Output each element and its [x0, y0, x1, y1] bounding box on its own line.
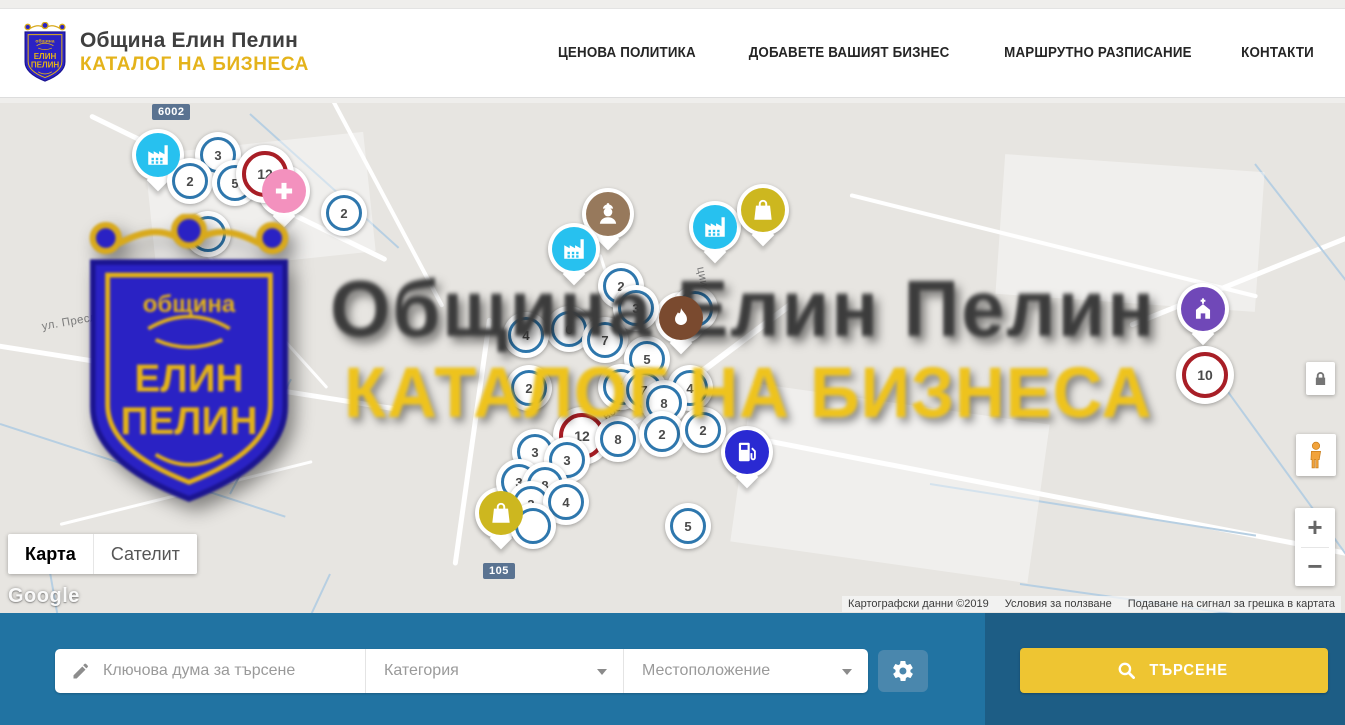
keyword-search-input[interactable] [103, 662, 351, 680]
cluster-count: 4 [508, 317, 544, 353]
nav-item-add-business[interactable]: ДОБАВЕТЕ ВАШИЯТ БИЗНЕС [749, 45, 950, 61]
map-area-patch [730, 383, 1049, 583]
cluster-marker[interactable]: 2 [680, 407, 726, 453]
category-pin-factory[interactable] [689, 201, 741, 253]
zoom-in-button[interactable]: + [1295, 508, 1335, 547]
attribution-copyright: Картографски данни ©2019 [848, 598, 989, 610]
search-input-group: Категория Местоположение [55, 649, 868, 693]
nav-item-contacts[interactable]: КОНТАКТИ [1241, 45, 1314, 61]
pegman-control[interactable] [1296, 434, 1336, 476]
category-pin-bag[interactable] [737, 184, 789, 236]
category-dropdown-label: Категория [384, 662, 459, 680]
factory-icon [552, 227, 596, 271]
search-button[interactable]: ТЪРСЕНЕ [1020, 648, 1328, 693]
cluster-marker[interactable]: 4 [503, 312, 549, 358]
cluster-count: 7 [587, 322, 623, 358]
cluster-count: 8 [600, 421, 636, 457]
factory-icon [136, 133, 180, 177]
page: община ЕЛИН ПЕЛИН Община Елин Пелин КАТА… [0, 0, 1345, 725]
cluster-count: 2 [685, 412, 721, 448]
keyword-section [55, 649, 365, 693]
municipality-crest-logo: община ЕЛИН ПЕЛИН [22, 22, 68, 83]
cluster-count: 2 [511, 370, 547, 406]
plus-icon [262, 169, 306, 213]
category-dropdown[interactable]: Категория [365, 649, 623, 693]
map-waterway [1254, 163, 1345, 306]
report-error-link[interactable]: Подаване на сигнал за грешка в картата [1128, 598, 1335, 610]
header: община ЕЛИН ПЕЛИН Община Елин Пелин КАТА… [0, 8, 1345, 98]
cluster-marker[interactable]: 8 [595, 416, 641, 462]
worker-icon [586, 192, 630, 236]
street-label: ции [694, 266, 710, 289]
brand[interactable]: община ЕЛИН ПЕЛИН Община Елин Пелин КАТА… [0, 22, 309, 83]
location-dropdown-label: Местоположение [642, 662, 770, 680]
site-subtitle: КАТАЛОГ НА БИЗНЕСА [80, 54, 309, 76]
svg-text:ПЕЛИН: ПЕЛИН [31, 61, 60, 70]
cluster-count: 5 [670, 508, 706, 544]
pencil-icon [71, 661, 91, 681]
cluster-count: 2 [326, 195, 362, 231]
svg-text:ПЕЛИН: ПЕЛИН [120, 400, 257, 443]
road-number-badge: 105 [483, 563, 515, 579]
cluster-count: 2 [172, 163, 208, 199]
cluster-marker[interactable] [185, 211, 231, 257]
map-attribution: Картографски данни ©2019 Условия за полз… [842, 596, 1341, 612]
cluster-count: 10 [1182, 352, 1228, 398]
cluster-marker[interactable]: 5 [665, 503, 711, 549]
gear-icon [891, 659, 915, 683]
map-waterway [229, 379, 292, 495]
cluster-marker[interactable]: 2 [639, 411, 685, 457]
bag-icon [741, 188, 785, 232]
google-logo[interactable]: Google [8, 585, 80, 608]
zoom-out-button[interactable]: − [1295, 548, 1335, 587]
svg-text:ЕЛИН: ЕЛИН [34, 52, 57, 61]
factory-icon [693, 205, 737, 249]
category-pin-church[interactable] [1177, 283, 1229, 335]
cluster-marker[interactable]: 2 [321, 190, 367, 236]
street-label: ул. Преслав [41, 309, 111, 333]
main-nav: ЦЕНОВА ПОЛИТИКА ДОБАВЕТЕ ВАШИЯТ БИЗНЕС М… [552, 45, 1345, 61]
chevron-down-icon [597, 669, 607, 675]
svg-text:община: община [143, 291, 236, 318]
flame-icon [659, 296, 703, 340]
advanced-settings-button[interactable] [878, 650, 928, 692]
cluster-count: 3 [618, 290, 654, 326]
map-area-patch [995, 154, 1264, 312]
cluster-count: 2 [644, 416, 680, 452]
cluster-marker[interactable]: 10 [1176, 346, 1234, 404]
site-title: Община Елин Пелин [80, 29, 309, 53]
map-type-satellite-button[interactable]: Сателит [93, 534, 197, 574]
map-road [60, 460, 313, 526]
bag-icon [479, 491, 523, 535]
cluster-marker[interactable]: 7 [582, 317, 628, 363]
nav-item-schedule[interactable]: МАРШРУТНО РАЗПИСАНИЕ [1004, 45, 1192, 61]
chevron-down-icon [842, 669, 852, 675]
search-bar: Категория Местоположение ТЪРСЕНЕ [0, 613, 1345, 725]
search-button-label: ТЪРСЕНЕ [1149, 662, 1228, 680]
terms-link[interactable]: Условия за ползване [1005, 598, 1112, 610]
streetview-lock-icon[interactable] [1306, 362, 1335, 395]
category-pin-factory[interactable] [548, 223, 600, 275]
search-icon [1117, 661, 1136, 680]
map-waterway [257, 574, 331, 613]
nav-item-pricing[interactable]: ЦЕНОВА ПОЛИТИКА [558, 45, 696, 61]
zoom-control: + − [1295, 508, 1335, 586]
brand-text: Община Елин Пелин КАТАЛОГ НА БИЗНЕСА [80, 29, 309, 76]
map-road [0, 339, 395, 411]
road-number-badge: 6002 [152, 104, 190, 120]
map-type-control: Карта Сателит [8, 534, 197, 574]
cluster-count [190, 216, 226, 252]
category-pin-fuel[interactable] [721, 426, 773, 478]
fuel-icon [725, 430, 769, 474]
cluster-marker[interactable]: 2 [506, 365, 552, 411]
church-icon [1181, 287, 1225, 331]
map-canvas[interactable]: ул. Преславбул. „Новоселции6002105 32512… [0, 103, 1345, 613]
location-dropdown[interactable]: Местоположение [623, 649, 868, 693]
map-type-map-button[interactable]: Карта [8, 534, 93, 574]
